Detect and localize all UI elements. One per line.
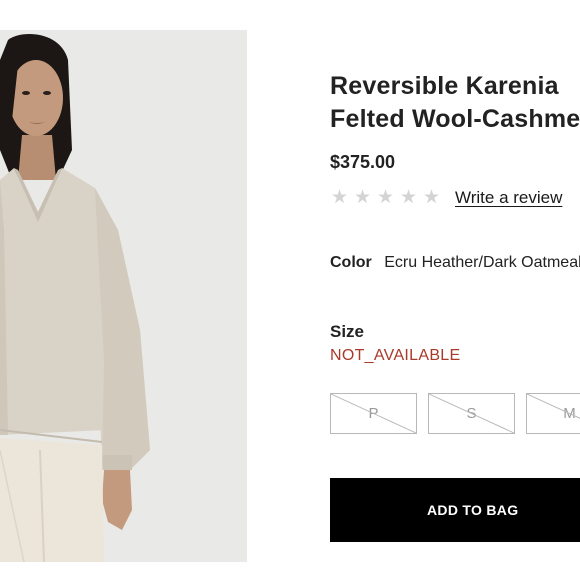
product-price: $375.00 xyxy=(330,152,396,172)
product-title: Reversible Karenia Felted Wool-Cashmere xyxy=(330,70,580,136)
product-title-line-2: Felted Wool-Cashmere xyxy=(330,105,580,133)
product-title-line-1: Reversible Karenia xyxy=(330,72,559,100)
size-status: NOT_AVAILABLE xyxy=(330,347,461,364)
star-empty-icon: ★ xyxy=(376,187,395,208)
product-details: Reversible Karenia Felted Wool-Cashmere … xyxy=(330,0,580,580)
size-option-p[interactable]: P xyxy=(330,393,417,434)
size-option-m[interactable]: M xyxy=(526,393,580,434)
unavailable-strike-icon xyxy=(331,394,416,433)
color-row: Color Ecru Heather/Dark Oatmeal xyxy=(330,254,580,272)
star-empty-icon: ★ xyxy=(399,187,418,208)
star-empty-icon: ★ xyxy=(353,187,372,208)
star-empty-icon: ★ xyxy=(330,187,349,208)
product-image[interactable] xyxy=(0,30,247,562)
unavailable-strike-icon xyxy=(429,394,514,433)
star-empty-icon: ★ xyxy=(422,187,441,208)
product-photo-icon xyxy=(0,30,247,562)
size-option-s[interactable]: S xyxy=(428,393,515,434)
rating-row: ★ ★ ★ ★ ★ Write a review xyxy=(330,188,562,208)
color-value: Ecru Heather/Dark Oatmeal xyxy=(384,254,580,271)
add-to-bag-button[interactable]: ADD TO BAG xyxy=(330,478,580,542)
unavailable-strike-icon xyxy=(527,394,580,419)
size-label: Size xyxy=(330,322,365,341)
color-label: Color xyxy=(330,254,372,271)
size-options: P S M xyxy=(330,393,580,434)
product-page: Reversible Karenia Felted Wool-Cashmere … xyxy=(0,0,580,580)
write-review-link[interactable]: Write a review xyxy=(455,188,562,208)
